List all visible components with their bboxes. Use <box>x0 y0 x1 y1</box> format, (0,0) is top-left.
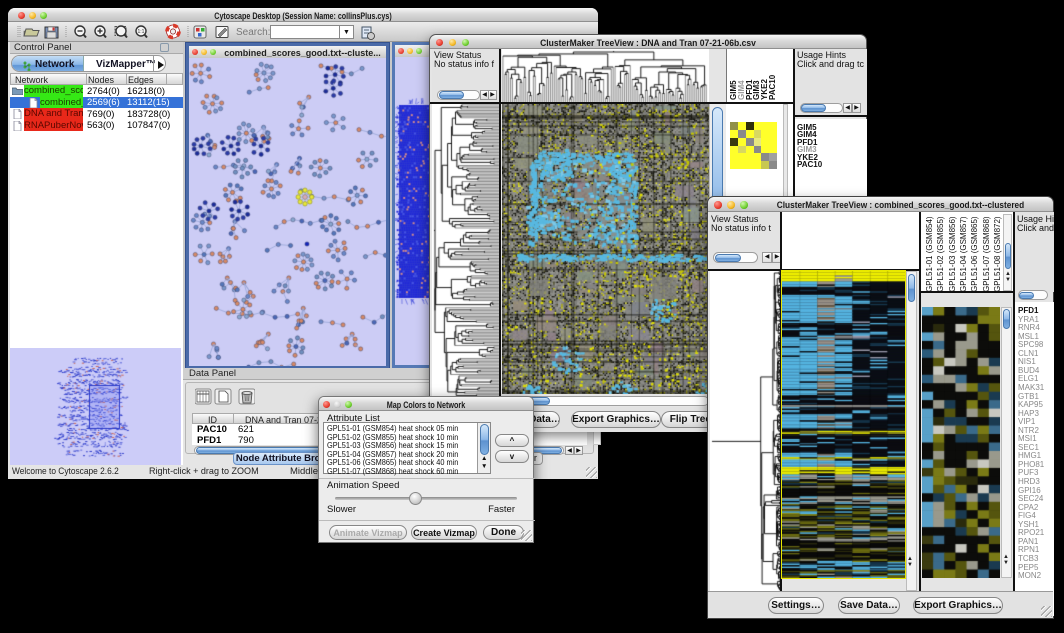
svg-text:1:1: 1:1 <box>138 29 145 35</box>
